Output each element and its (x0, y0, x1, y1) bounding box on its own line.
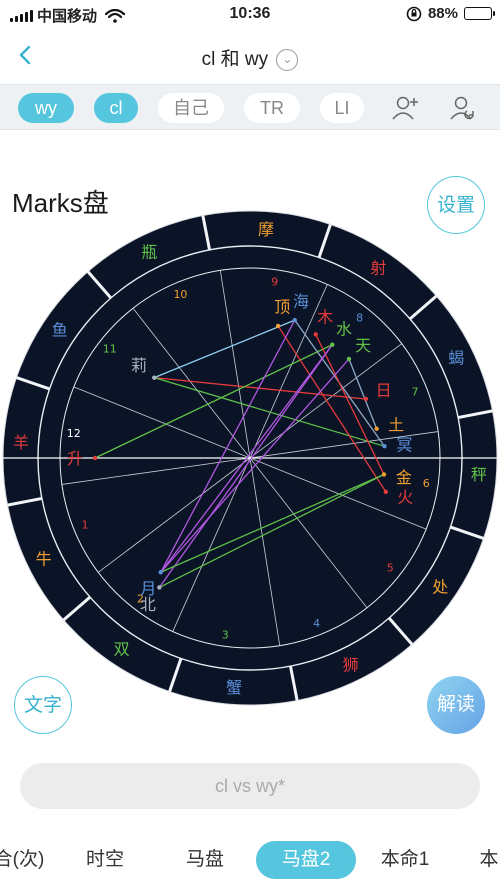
house-number: 8 (356, 312, 363, 325)
house-number: 9 (271, 276, 278, 289)
tab-natal[interactable]: 本 (474, 841, 500, 879)
planet-dot (92, 455, 98, 461)
planet-dot (383, 489, 389, 495)
planet-label: 土 (388, 415, 404, 434)
planet-label: 北 (140, 595, 156, 614)
astrology-wheel: 摩射蝎秤处狮蟹双牛羊鱼瓶109876543211211顶 海木水天日土冥金火莉升月… (2, 210, 498, 706)
swap-person-icon[interactable] (444, 93, 480, 123)
planet-label: 升 (67, 449, 83, 468)
planet-label: 顶 (274, 297, 290, 316)
add-person-icon[interactable] (388, 93, 424, 123)
house-number: 11 (103, 342, 117, 355)
planet-label: 火 (397, 488, 413, 507)
planet-label: 莉 (131, 356, 147, 375)
planet-dot (157, 585, 162, 590)
person-tab-li[interactable]: LI (320, 93, 364, 123)
sign-label: 鱼 (52, 321, 68, 340)
text-button[interactable]: 文字 (14, 676, 72, 734)
house-number: 7 (412, 385, 419, 398)
compare-selector[interactable]: cl vs wy* (20, 763, 480, 809)
tab-time-space[interactable]: 时空 (75, 841, 135, 879)
tab-marks[interactable]: 马盘 (175, 841, 235, 879)
tab-composite[interactable]: 合(次) (0, 841, 48, 879)
planet-dot (346, 356, 352, 362)
planet-label: 日 (376, 381, 392, 400)
planet-dot (152, 375, 157, 380)
planet-label: 金 (396, 468, 412, 487)
planet-dot (381, 472, 387, 477)
house-number: 1 (81, 519, 88, 532)
sign-label: 瓶 (141, 243, 157, 262)
planet-dot (275, 323, 281, 329)
people-tabbar: wy cl 自己 TR LI (0, 84, 500, 130)
house-number: 4 (313, 617, 320, 630)
person-tab-wy[interactable]: wy (18, 93, 74, 123)
planet-dot (158, 570, 163, 575)
house-number: 3 (222, 628, 229, 641)
sign-label: 蝎 (448, 348, 464, 367)
orientation-lock-icon (406, 6, 422, 21)
planet-label: 冥 (396, 435, 412, 454)
planet-dot (330, 342, 335, 347)
planet-label: 木 (317, 308, 333, 327)
sign-label: 射 (370, 259, 386, 278)
planet-dot (292, 317, 298, 323)
house-number: 10 (173, 288, 187, 301)
house-number: 12 (67, 427, 81, 440)
person-tab-cl[interactable]: cl (94, 93, 138, 123)
nav-bar: cl 和 wy ⌄ (0, 30, 500, 82)
status-bar: 中国移动 10:36 88% (0, 0, 500, 28)
sign-label: 牛 (36, 550, 52, 569)
sign-label: 秤 (471, 465, 487, 484)
house-number: 6 (423, 477, 430, 490)
battery-icon (464, 7, 495, 20)
sign-label: 狮 (343, 655, 359, 674)
planet-dot (374, 426, 379, 431)
planet-label: 水 (336, 320, 352, 339)
chevron-down-icon[interactable]: ⌄ (276, 49, 299, 71)
sign-label: 处 (432, 577, 448, 596)
battery-percent: 88% (427, 5, 458, 22)
sign-label: 双 (114, 639, 130, 658)
tab-marks-2[interactable]: 马盘2 (256, 841, 356, 879)
planet-dot (313, 332, 318, 337)
planet-label: 天 (355, 336, 371, 355)
read-button[interactable]: 解读 (427, 676, 485, 734)
sign-label: 蟹 (226, 678, 242, 697)
sign-label: 羊 (13, 433, 29, 452)
page-title-text: cl 和 wy (201, 49, 269, 70)
person-tab-self[interactable]: 自己 (158, 93, 224, 123)
planet-dot (363, 396, 369, 402)
planet-label: 海 (293, 292, 309, 311)
tab-natal-1[interactable]: 本命1 (372, 841, 438, 879)
chart-type-tabs: 合(次) 时空 马盘 马盘2 本命1 本 (0, 839, 500, 879)
sign-label: 摩 (258, 220, 274, 239)
planet-dot (382, 444, 387, 449)
page-title[interactable]: cl 和 wy ⌄ (0, 44, 500, 71)
house-number: 5 (387, 562, 394, 575)
person-tab-tr[interactable]: TR (244, 93, 300, 123)
